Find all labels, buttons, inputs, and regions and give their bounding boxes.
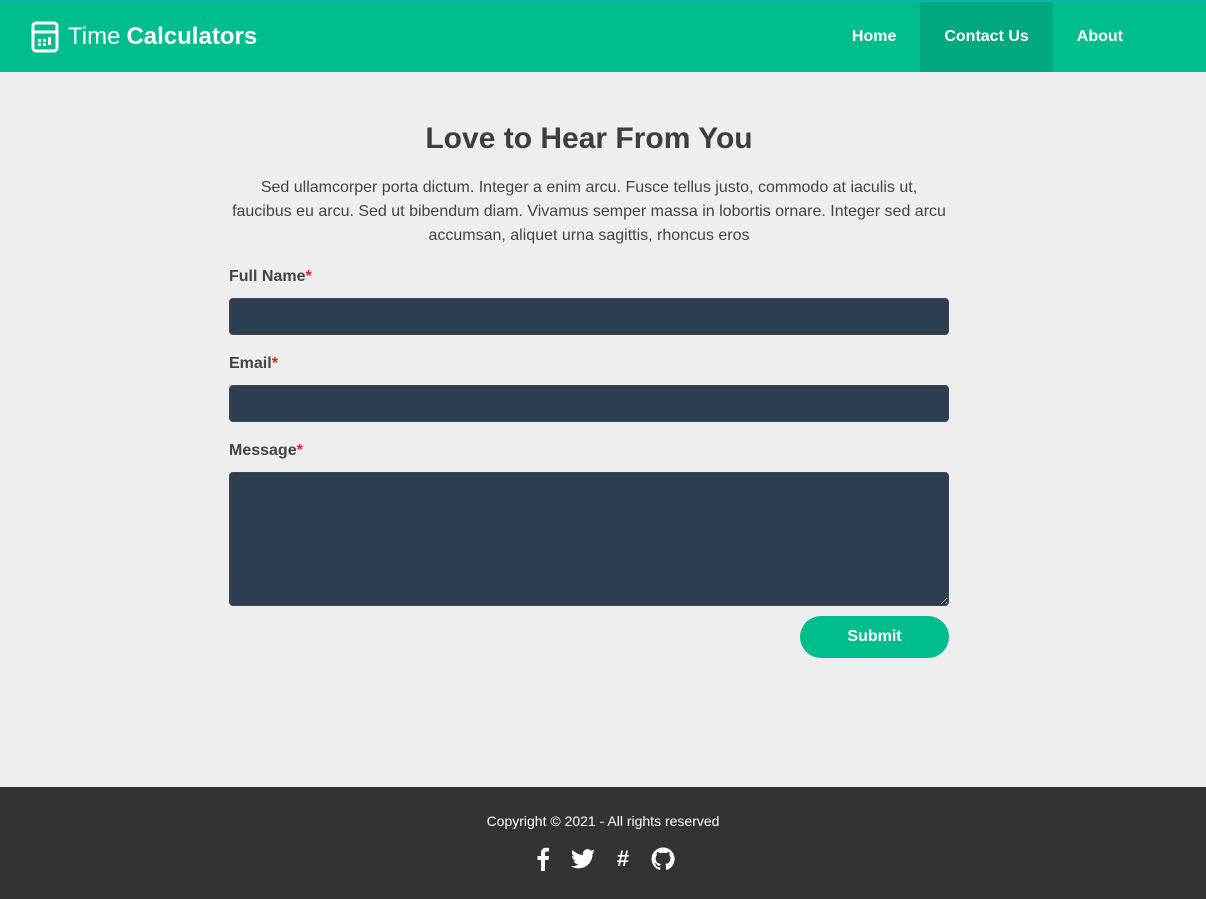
footer: Copyright © 2021 - All rights reserved # [0,787,1206,899]
brand-light: Time [68,23,121,50]
intro-text: Sed ullamcorper porta dictum. Integer a … [232,179,946,244]
slack-icon[interactable]: # [611,846,635,871]
message-label: Message* [229,442,303,459]
social-links: # [0,846,1206,871]
contact-form: Love to Hear From You Sed ullamcorper po… [229,72,949,658]
facebook-icon[interactable] [531,847,555,871]
twitter-icon[interactable] [571,847,595,871]
page-title: Love to Hear From You [425,122,753,155]
email-input[interactable] [229,385,949,422]
nav-contact-us[interactable]: Contact Us [920,2,1053,72]
nav-about[interactable]: About [1053,2,1147,72]
main-nav: Home Contact Us About [828,2,1147,72]
full-name-label: Full Name* [229,268,312,285]
navbar: Time Calculators Home Contact Us About [0,0,1206,72]
brand-logo[interactable]: Time Calculators [31,21,257,53]
submit-button[interactable]: Submit [800,616,949,658]
email-label: Email* [229,355,278,372]
copyright: Copyright © 2021 - All rights reserved [486,813,720,829]
message-textarea[interactable] [229,472,949,606]
calculator-icon [31,21,59,53]
brand-bold: Calculators [126,23,258,50]
github-icon[interactable] [651,847,675,871]
full-name-input[interactable] [229,298,949,335]
nav-home[interactable]: Home [828,2,920,72]
